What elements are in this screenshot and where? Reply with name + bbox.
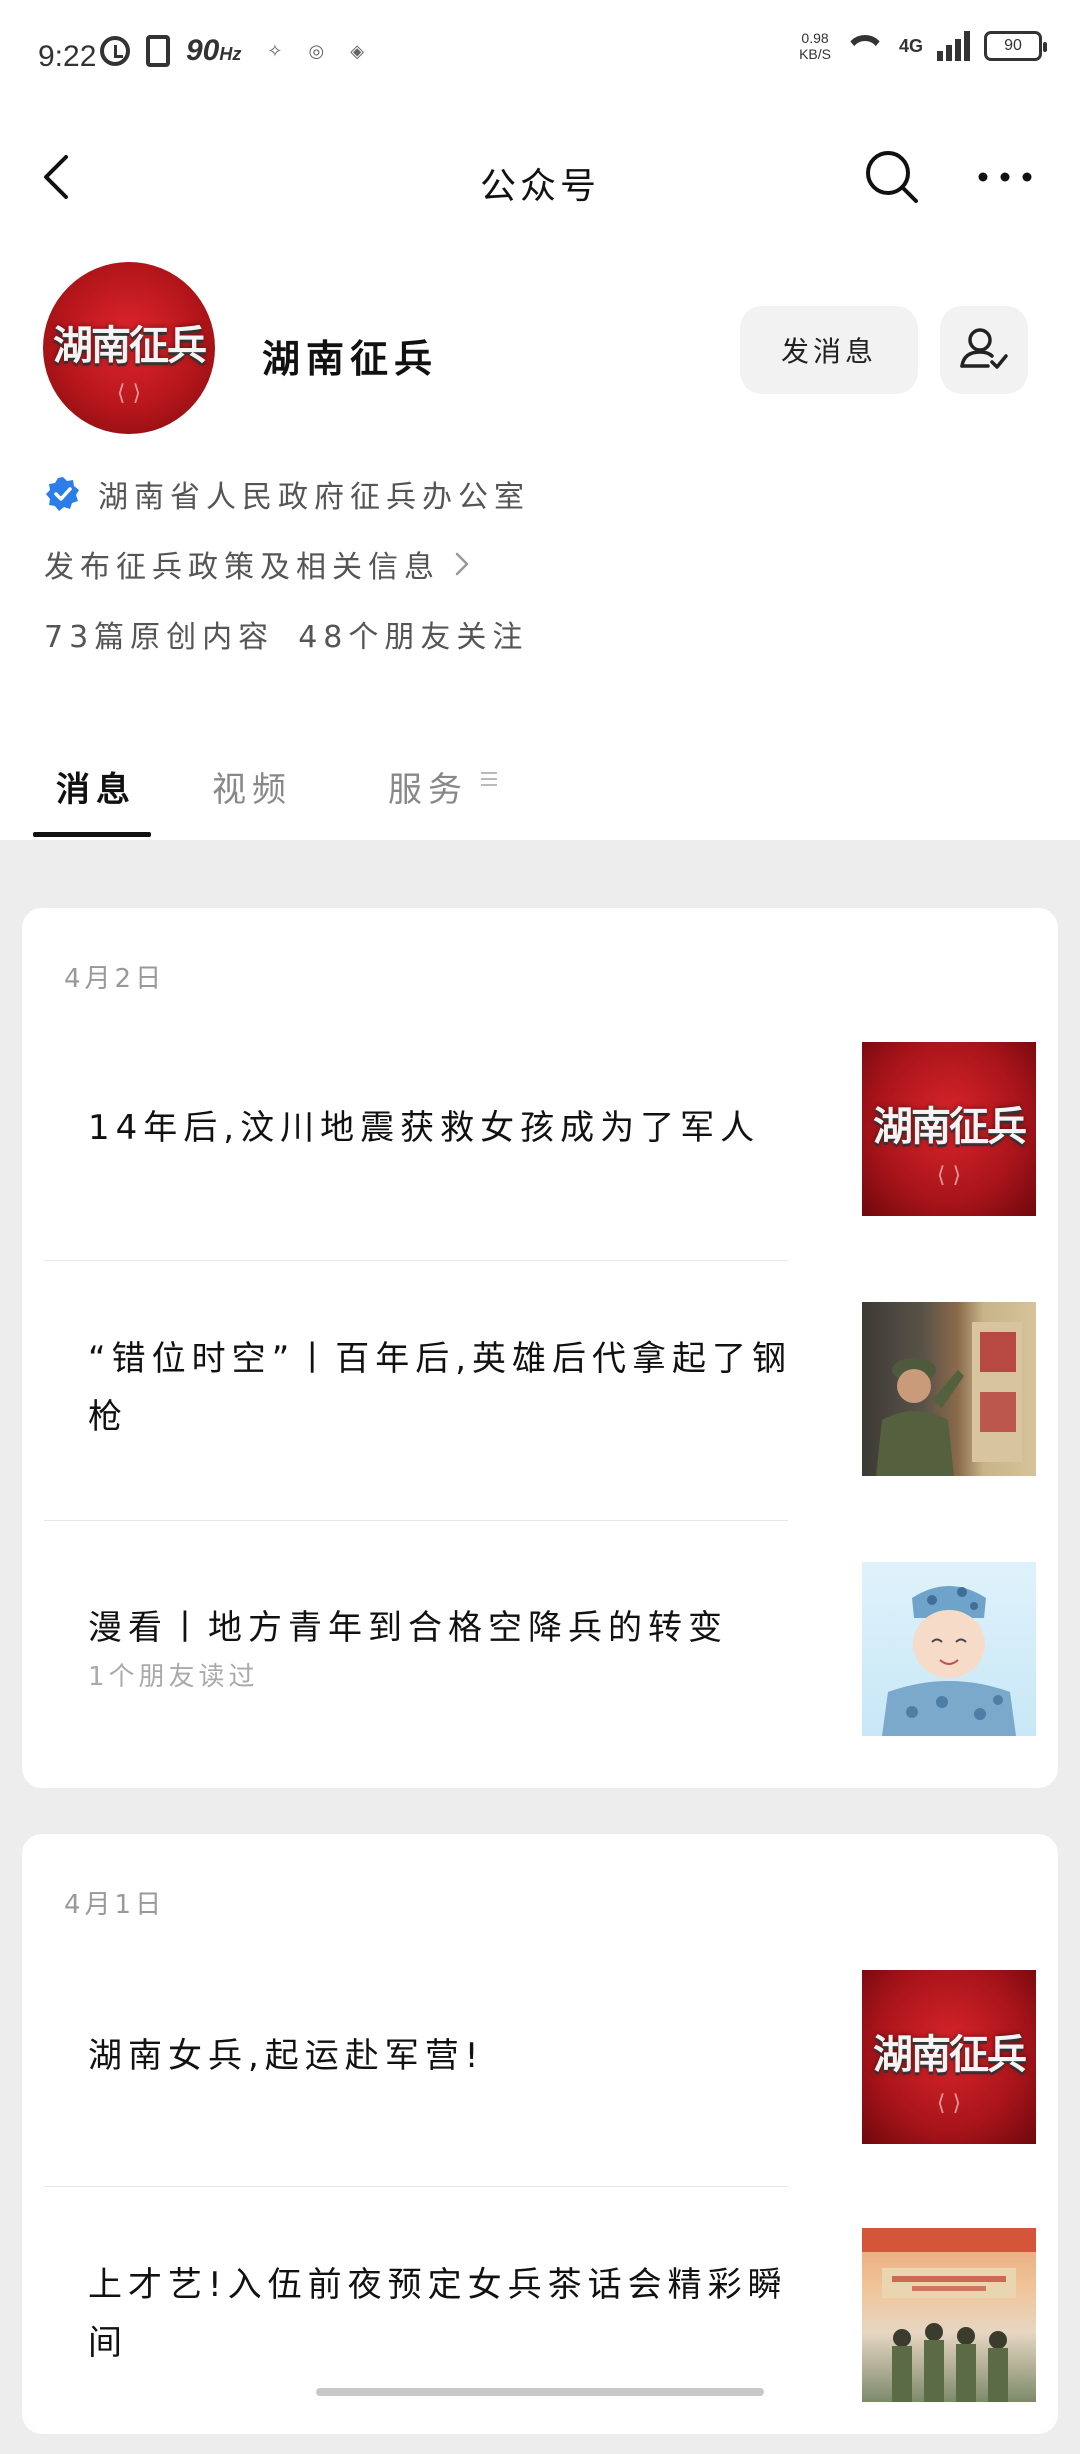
battery-icon: 90 [984,31,1047,61]
article-title-block: 漫看丨地方青年到合格空降兵的转变 1个朋友读过 [88,1558,818,1738]
article-title-block: 上才艺!入伍前夜预定女兵茶话会精彩瞬间 [88,2224,818,2404]
verified-row[interactable]: 湖南省人民政府征兵办公室 [44,472,530,516]
active-tab-indicator [33,832,151,837]
account-stats: 73篇原创内容 48个朋友关注 [44,612,528,656]
soldier-photo [876,1322,1022,1476]
original-count: 73篇原创内容 [44,620,275,655]
article-thumbnail [862,2228,1036,2402]
article-title-block: “错位时空”丨百年后,英雄后代拿起了钢枪 [88,1298,818,1478]
group-date: 4月2日 [64,964,166,994]
friends-following[interactable]: 48个朋友关注 [298,620,528,655]
tab-videos[interactable]: 视频 [212,762,292,811]
message-group-card: 4月2日 14年后,汶川地震获救女孩成为了军人 湖南征兵 ⟨ ⟩ “错位时空”丨… [22,908,1058,1788]
article-thumbnail [862,1562,1036,1736]
status-right-icons: 0.98 KB/S 4G 90 [799,30,1047,62]
chevron-right-icon [455,552,469,576]
search-icon [866,151,918,203]
group-photo [862,2228,1036,2402]
divider [44,2186,788,2187]
description-text: 发布征兵政策及相关信息 [44,550,440,585]
shield-icon: ◈ [350,40,365,62]
avatar[interactable]: 湖南征兵 ⟨ ⟩ [43,262,215,434]
article-title: 上才艺!入伍前夜预定女兵茶话会精彩瞬间 [88,2265,788,2363]
account-profile: 湖南征兵 ⟨ ⟩ 湖南征兵 发消息 湖南省人民政府征兵办公室 发布征兵政策及相关… [0,242,1080,840]
menu-lines-icon[interactable] [480,768,498,790]
article-title: 14年后,汶川地震获救女孩成为了军人 [88,1108,761,1148]
status-bar: 9:22 90Hz ✧ ◎ ◈ 0.98 KB/S 4G 90 [0,0,1080,112]
top-nav: 公众号 [0,112,1080,242]
more-button[interactable] [970,147,1040,207]
article-item[interactable]: 湖南女兵,起运赴军营! 湖南征兵 ⟨ ⟩ [62,1966,1036,2196]
home-indicator[interactable] [316,2388,764,2396]
article-thumbnail: 湖南征兵 ⟨ ⟩ [862,1970,1036,2144]
tab-bar: 消息 视频 服务 [0,742,1080,840]
follow-button[interactable] [940,306,1028,394]
wings-icon: ⟨ ⟩ [116,381,142,407]
tab-services[interactable]: 服务 [388,762,468,811]
article-thumbnail: 湖南征兵 ⟨ ⟩ [862,1042,1036,1216]
status-time: 9:22 [38,40,97,73]
message-group-card: 4月1日 湖南女兵,起运赴军营! 湖南征兵 ⟨ ⟩ 上才艺!入伍前夜预定女兵茶话… [22,1834,1058,2434]
user-check-icon [960,328,1008,369]
article-title-block: 14年后,汶川地震获救女孩成为了军人 [88,1038,818,1218]
verified-org: 湖南省人民政府征兵办公室 [98,480,530,515]
network-type: 4G [898,35,923,56]
article-item[interactable]: 上才艺!入伍前夜预定女兵茶话会精彩瞬间 [62,2224,1036,2454]
alarm-icon [100,36,130,66]
tab-messages[interactable]: 消息 [56,762,136,811]
refresh-rate: 90Hz [186,34,242,67]
cartoon-soldier-illustration [882,1586,1016,1736]
signal-icon [937,31,970,61]
article-item[interactable]: 14年后,汶川地震获救女孩成为了军人 湖南征兵 ⟨ ⟩ [62,1038,1036,1268]
browser-icon: ◎ [308,40,325,62]
divider [44,1260,788,1261]
vibrate-icon [146,35,170,67]
thumbnail-logo-text: 湖南征兵 [873,1104,1027,1151]
article-title: “错位时空”丨百年后,英雄后代拿起了钢枪 [88,1339,793,1437]
group-date: 4月1日 [64,1890,166,1920]
net-speed: 0.98 KB/S [799,30,831,62]
article-title: 漫看丨地方青年到合格空降兵的转变 [88,1608,728,1648]
article-item[interactable]: 漫看丨地方青年到合格空降兵的转变 1个朋友读过 [62,1558,1036,1788]
avatar-logo-text: 湖南征兵 [53,323,207,370]
divider [44,1520,788,1521]
wings-icon: ⟨ ⟩ [936,2091,962,2117]
wifi-icon [845,31,885,61]
thumbnail-logo-text: 湖南征兵 [873,2032,1027,2079]
friends-read-note: 1个朋友读过 [88,1662,259,1692]
send-message-button[interactable]: 发消息 [740,306,918,394]
account-description[interactable]: 发布征兵政策及相关信息 [44,542,472,586]
status-left-icons: 90Hz ✧ ◎ ◈ [100,34,364,68]
wings-icon: ⟨ ⟩ [936,1163,962,1189]
article-title: 湖南女兵,起运赴军营! [88,2036,485,2076]
more-dots-icon [978,172,1032,182]
account-name: 湖南征兵 [262,337,439,381]
notification-icon: ✧ [267,40,283,62]
article-item[interactable]: “错位时空”丨百年后,英雄后代拿起了钢枪 [62,1298,1036,1528]
article-thumbnail [862,1302,1036,1476]
verified-badge-icon [46,477,79,511]
search-button[interactable] [862,147,922,207]
article-title-block: 湖南女兵,起运赴军营! [88,1966,818,2146]
